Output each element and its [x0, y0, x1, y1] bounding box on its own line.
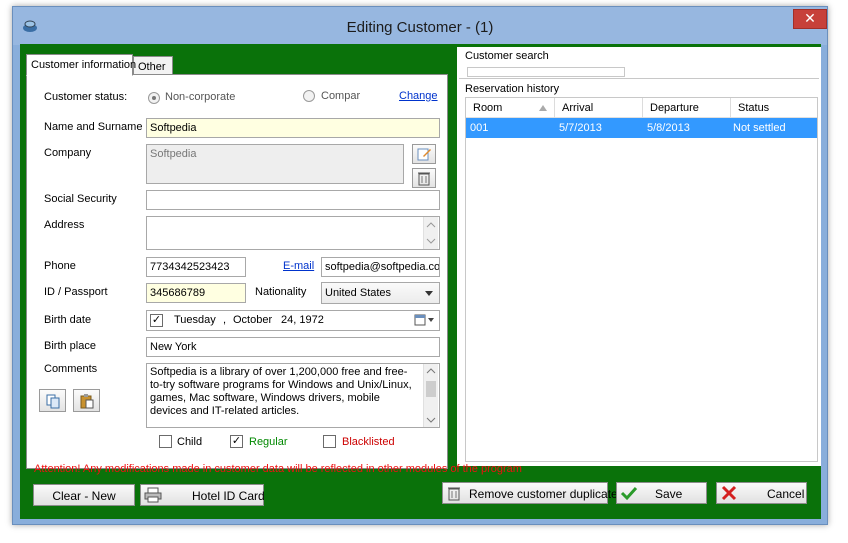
comments-input[interactable]: Softpedia is a library of over 1,200,000… — [146, 363, 440, 428]
child-label: Child — [177, 436, 203, 448]
radio-company[interactable] — [303, 90, 315, 102]
remove-duplicate-button[interactable]: Remove customer duplicate — [442, 482, 618, 504]
save-label: Save — [655, 487, 683, 501]
scroll-thumb[interactable] — [426, 381, 436, 397]
cancel-icon — [721, 485, 737, 501]
clear-new-button[interactable]: Clear - New — [33, 484, 135, 506]
address-label: Address — [44, 219, 85, 231]
right-panel: Customer search Reservation history Room… — [457, 47, 821, 466]
reservation-history-label: Reservation history — [463, 83, 562, 95]
company-input[interactable]: Softpedia — [146, 144, 404, 184]
divider — [459, 78, 819, 79]
birth-date-label: Birth date — [44, 314, 92, 326]
column-status[interactable]: Status — [731, 98, 817, 118]
sort-ascending-icon — [539, 105, 547, 111]
comments-scrollbar[interactable] — [423, 364, 438, 427]
social-security-input[interactable] — [146, 190, 440, 210]
blacklisted-label: Blacklisted — [342, 436, 395, 448]
cancel-button[interactable]: Cancel — [716, 482, 807, 504]
comments-label: Comments — [44, 363, 98, 375]
remove-duplicate-label: Remove customer duplicate — [469, 487, 618, 501]
warning-message: Attention! Any modifications made in cus… — [34, 463, 522, 475]
clear-new-label: Clear - New — [52, 489, 116, 503]
birth-place-input[interactable]: New York — [146, 337, 440, 357]
hotel-id-card-label: Hotel ID Card — [192, 489, 265, 503]
scroll-up-icon — [426, 222, 436, 228]
name-input[interactable]: Softpedia — [146, 118, 440, 138]
regular-checkbox[interactable]: ✓ — [230, 435, 243, 448]
hotel-id-card-button[interactable]: Hotel ID Card — [140, 484, 265, 506]
birth-date-date: 24, 1972 — [281, 314, 324, 326]
column-room-label: Room — [473, 102, 503, 114]
tab-other[interactable]: Other — [133, 56, 173, 75]
paste-button[interactable] — [73, 389, 100, 412]
social-security-label: Social Security — [44, 193, 117, 205]
column-arrival[interactable]: Arrival — [555, 98, 643, 118]
cell-room: 001 — [470, 122, 489, 134]
printer-icon — [144, 487, 162, 503]
phone-label: Phone — [44, 260, 76, 272]
close-button[interactable]: ✕ — [793, 9, 827, 29]
radio-noncorporate[interactable] — [148, 92, 160, 104]
copy-button[interactable] — [39, 389, 66, 412]
delete-company-button[interactable] — [412, 168, 436, 188]
birth-date-day: Tuesday — [174, 314, 216, 326]
birth-date-separator: , — [223, 314, 227, 326]
table-row[interactable]: 001 5/7/2013 5/8/2013 Not settled — [466, 118, 817, 138]
scroll-down-icon — [426, 238, 436, 244]
address-input[interactable] — [146, 216, 440, 250]
child-checkbox[interactable] — [159, 435, 172, 448]
tab-customer-information[interactable]: Customer information — [26, 54, 136, 76]
scroll-down-icon — [426, 417, 436, 423]
reservation-table: Room Arrival Departure Status 001 5/7/20… — [465, 97, 818, 462]
trash-icon — [418, 172, 430, 186]
trash-icon — [448, 487, 460, 501]
birth-date-month: October — [233, 314, 273, 326]
customer-search-input[interactable] — [467, 67, 625, 77]
id-passport-label: ID / Passport — [44, 286, 108, 298]
customer-search-label: Customer search — [463, 50, 551, 62]
title-bar[interactable]: Editing Customer - (1) ✕ — [13, 7, 827, 45]
editing-customer-window: Editing Customer - (1) ✕ Customer inform… — [12, 6, 828, 525]
column-departure[interactable]: Departure — [643, 98, 731, 118]
window-title: Editing Customer - (1) — [346, 19, 494, 36]
name-label: Name and Surname — [44, 121, 143, 133]
regular-label: Regular — [249, 436, 288, 448]
id-passport-input[interactable]: 345686789 — [146, 283, 246, 303]
birth-date-checkbox[interactable]: ✓ — [150, 314, 163, 327]
customer-status-label: Customer status: — [44, 91, 128, 103]
copy-icon — [46, 394, 59, 409]
blacklisted-checkbox[interactable] — [323, 435, 336, 448]
birth-date-picker[interactable]: ✓ Tuesday , October 24, 1972 — [146, 310, 440, 331]
checkmark-icon — [620, 486, 638, 501]
nationality-label: Nationality — [255, 286, 307, 298]
email-link[interactable]: E-mail — [283, 260, 314, 272]
cell-departure: 5/8/2013 — [647, 122, 690, 134]
birth-place-label: Birth place — [44, 340, 96, 352]
customer-information-panel: Customer status: Non-corporate Compar Ch… — [26, 74, 448, 469]
nationality-value: United States — [325, 287, 392, 299]
cell-arrival: 5/7/2013 — [559, 122, 602, 134]
nationality-select[interactable]: United States — [321, 282, 440, 304]
save-button[interactable]: Save — [616, 482, 707, 504]
chevron-down-icon — [425, 291, 433, 296]
scroll-up-icon — [426, 368, 436, 374]
radio-company-label: Compar — [321, 90, 361, 102]
phone-input[interactable]: 7734342523423 — [146, 257, 246, 277]
change-link[interactable]: Change — [399, 90, 438, 102]
paste-icon — [80, 394, 93, 409]
email-input[interactable]: softpedia@softpedia.co — [321, 257, 440, 277]
edit-company-button[interactable] — [412, 144, 436, 164]
radio-noncorporate-label: Non-corporate — [165, 91, 236, 103]
edit-icon — [417, 148, 431, 161]
cancel-label: Cancel — [767, 487, 805, 501]
cell-status: Not settled — [733, 122, 786, 134]
company-label: Company — [44, 147, 92, 159]
calendar-icon[interactable] — [414, 313, 436, 327]
table-header: Room Arrival Departure Status — [466, 98, 817, 118]
address-scrollbar[interactable] — [423, 217, 438, 249]
column-room[interactable]: Room — [466, 98, 555, 118]
client-area: Customer information Other Customer stat… — [20, 44, 821, 519]
